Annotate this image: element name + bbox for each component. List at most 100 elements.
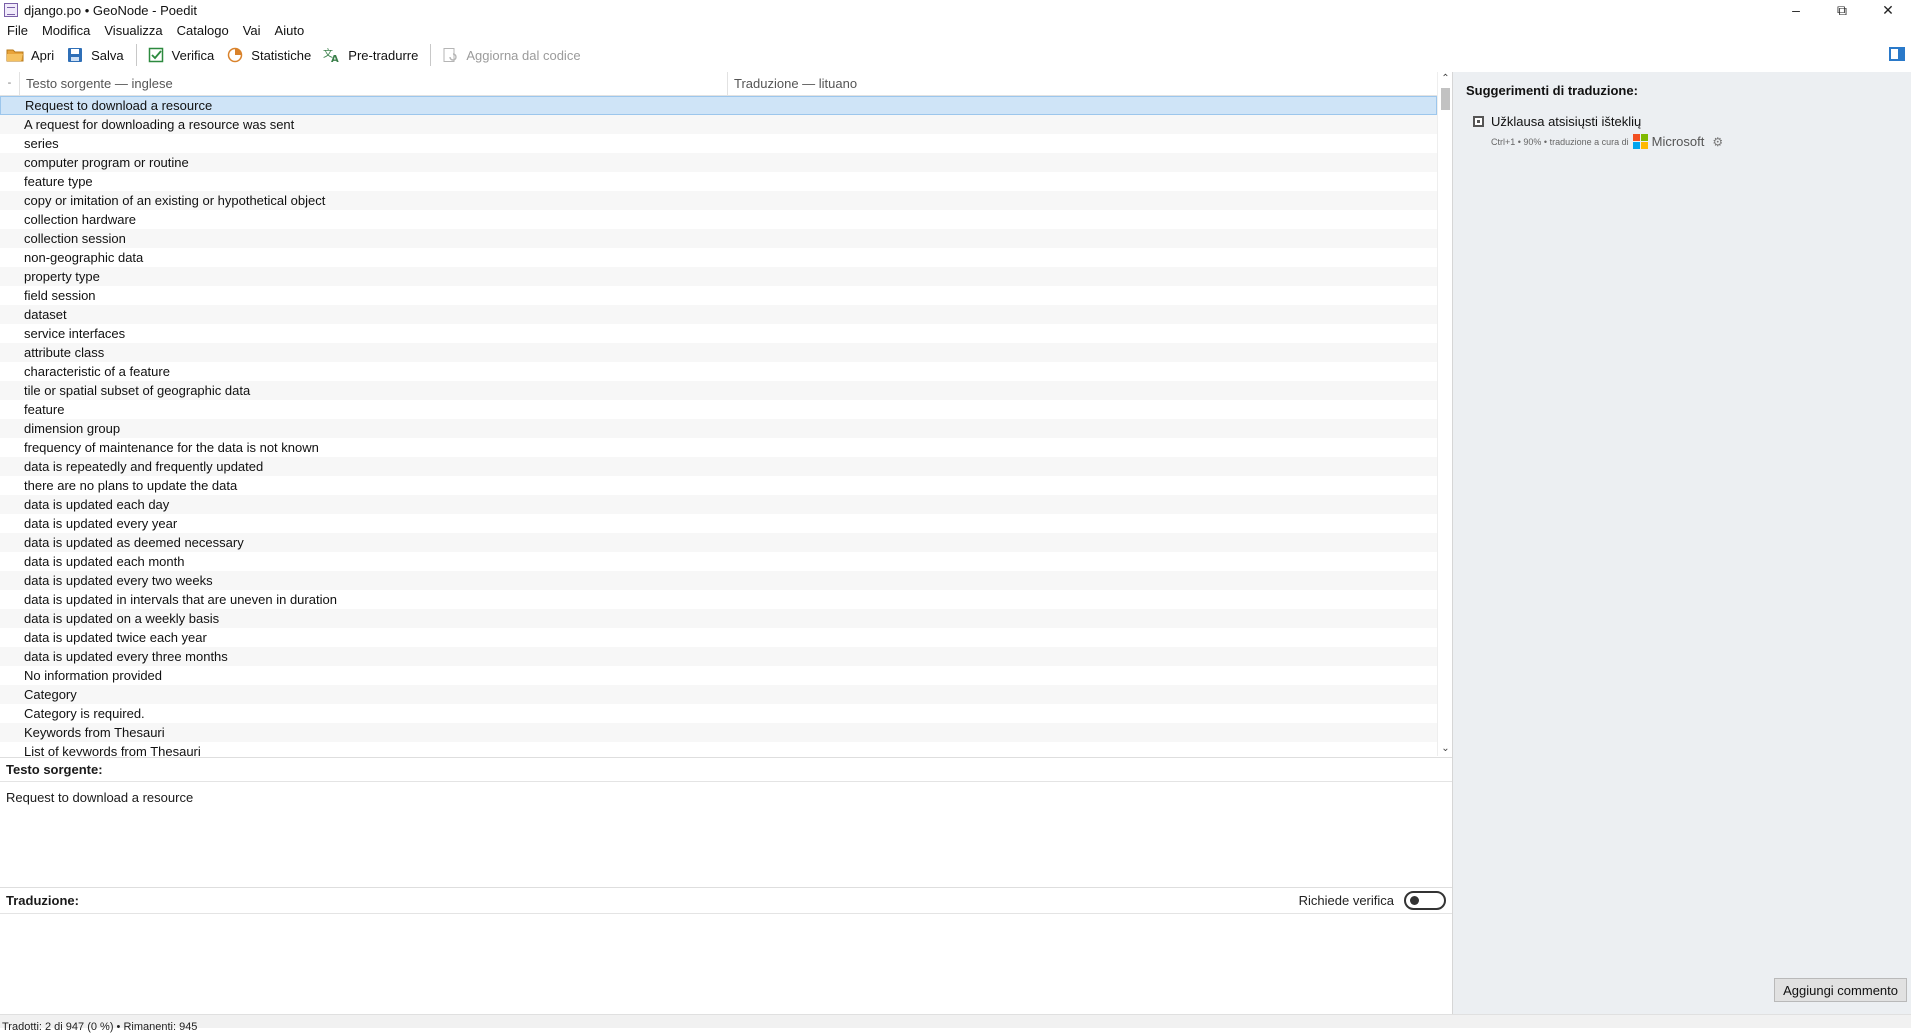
window-controls: – ⧉ ✕	[1773, 0, 1911, 20]
scroll-up-icon[interactable]: ⌃	[1440, 74, 1451, 84]
save-label: Salva	[91, 47, 124, 63]
list-row[interactable]: series	[0, 134, 1437, 153]
needs-review-label: Richiede verifica	[1298, 893, 1394, 908]
add-comment-button[interactable]: Aggiungi commento	[1774, 978, 1907, 1002]
needs-review: Richiede verifica	[1299, 891, 1446, 910]
statistics-label: Statistiche	[251, 47, 312, 63]
minimize-button[interactable]: –	[1773, 0, 1819, 20]
list-row[interactable]: Category is required.	[0, 704, 1437, 723]
list-row[interactable]: frequency of maintenance for the data is…	[0, 438, 1437, 457]
suggestion-item[interactable]: Užklausa atsisiųsti išteklių Ctrl+1 • 90…	[1473, 114, 1723, 149]
list-row[interactable]: collection session	[0, 229, 1437, 248]
save-button[interactable]: Salva	[66, 46, 124, 64]
open-button[interactable]: Apri	[6, 46, 54, 64]
list-row[interactable]: data is updated in intervals that are un…	[0, 590, 1437, 609]
list-row[interactable]: property type	[0, 267, 1437, 286]
status-bar: Tradotti: 2 di 947 (0 %) • Rimanenti: 94…	[0, 1014, 1911, 1033]
list-row[interactable]: attribute class	[0, 343, 1437, 362]
source-column-header[interactable]: Testo sorgente — inglese	[20, 71, 728, 96]
scroll-down-icon[interactable]: ⌄	[1440, 744, 1451, 754]
source-text-title: Testo sorgente:	[0, 758, 1452, 782]
provider-name: Microsoft	[1651, 134, 1705, 149]
list-row[interactable]: computer program or routine	[0, 153, 1437, 172]
list-row[interactable]: data is updated every year	[0, 514, 1437, 533]
list-row[interactable]: dimension group	[0, 419, 1437, 438]
menu-visualizza[interactable]: Visualizza	[97, 23, 169, 38]
list-row[interactable]: dataset	[0, 305, 1437, 324]
list-row[interactable]: service interfaces	[0, 324, 1437, 343]
list-row[interactable]: there are no plans to update the data	[0, 476, 1437, 495]
toolbar-separator	[135, 44, 137, 66]
list-row[interactable]: collection hardware	[0, 210, 1437, 229]
gear-icon[interactable]: ⚙	[1712, 135, 1723, 149]
sort-column-header[interactable]: -	[0, 71, 20, 96]
list-rows: Request to download a resource A request…	[0, 96, 1437, 756]
translate-icon: 文A	[323, 46, 341, 64]
list-row[interactable]: data is updated each month	[0, 552, 1437, 571]
microsoft-logo-icon	[1632, 134, 1648, 149]
list-row[interactable]: copy or imitation of an existing or hypo…	[0, 191, 1437, 210]
list-row[interactable]: data is updated as deemed necessary	[0, 533, 1437, 552]
menu-bar: File Modifica Visualizza Catalogo Vai Ai…	[0, 20, 311, 40]
list-row[interactable]: feature	[0, 400, 1437, 419]
list-row[interactable]: feature type	[0, 172, 1437, 191]
validate-button[interactable]: Verifica	[147, 46, 215, 64]
update-from-code-label: Aggiorna dal codice	[466, 47, 581, 63]
title-bar: django.po • GeoNode - Poedit – ⧉ ✕	[0, 0, 1911, 20]
translation-header: Traduzione: Richiede verifica	[0, 888, 1452, 914]
open-label: Apri	[31, 47, 55, 63]
needs-review-toggle[interactable]	[1404, 891, 1446, 910]
toolbar-separator	[430, 44, 432, 66]
folder-icon	[6, 46, 24, 64]
svg-text:A: A	[331, 54, 339, 63]
list-row[interactable]: characteristic of a feature	[0, 362, 1437, 381]
list-row[interactable]: Request to download a resource	[0, 96, 1437, 115]
menu-catalogo[interactable]: Catalogo	[170, 23, 236, 38]
translation-pane: Traduzione: Richiede verifica	[0, 887, 1452, 1014]
list-row[interactable]: Category	[0, 685, 1437, 704]
translation-column-header[interactable]: Traduzione — lituano	[728, 72, 1437, 96]
list-row[interactable]: non-geographic data	[0, 248, 1437, 267]
menu-file[interactable]: File	[0, 23, 35, 38]
list-row[interactable]: data is repeatedly and frequently update…	[0, 457, 1437, 476]
pretranslate-label: Pre-tradurre	[348, 47, 419, 63]
scrollbar-thumb[interactable]	[1441, 88, 1450, 110]
list-row[interactable]: data is updated on a weekly basis	[0, 609, 1437, 628]
menu-aiuto[interactable]: Aiuto	[268, 23, 312, 38]
suggestions-sidebar: Suggerimenti di traduzione: Užklausa ats…	[1452, 72, 1911, 1014]
list-row[interactable]: tile or spatial subset of geographic dat…	[0, 381, 1437, 400]
pretranslate-button[interactable]: 文A Pre-tradurre	[323, 46, 418, 64]
statistics-button[interactable]: Statistiche	[226, 46, 311, 64]
toolbar: Apri Salva Verifica Statistiche 文A Pre-t…	[0, 40, 1911, 70]
checkbox-check-icon	[147, 46, 165, 64]
list-scrollbar[interactable]: ⌃ ⌄	[1437, 72, 1452, 756]
update-from-code-button[interactable]: Aggiorna dal codice	[441, 46, 581, 64]
suggestion-text: Užklausa atsisiųsti išteklių	[1491, 114, 1642, 129]
list-row[interactable]: No information provided	[0, 666, 1437, 685]
toggle-sidebar-icon[interactable]	[1889, 47, 1905, 61]
restore-button[interactable]: ⧉	[1819, 0, 1865, 20]
list-header: - Testo sorgente — inglese Traduzione — …	[0, 71, 1437, 96]
update-code-icon	[441, 46, 459, 64]
list-row[interactable]: data is updated every two weeks	[0, 571, 1437, 590]
pie-chart-icon	[226, 46, 244, 64]
list-row[interactable]: data is updated each day	[0, 495, 1437, 514]
suggestion-meta: Ctrl+1 • 90% • traduzione a cura di	[1491, 136, 1629, 147]
list-row[interactable]: data is updated every three months	[0, 647, 1437, 666]
list-row[interactable]: field session	[0, 286, 1437, 305]
translation-input[interactable]	[0, 914, 1452, 1014]
list-row[interactable]: A request for downloading a resource was…	[0, 115, 1437, 134]
menu-modifica[interactable]: Modifica	[35, 23, 97, 38]
translation-title: Traduzione:	[6, 893, 79, 908]
source-text-pane: Testo sorgente: Request to download a re…	[0, 757, 1452, 887]
list-row[interactable]: List of keywords from Thesauri	[0, 742, 1437, 756]
list-row[interactable]: data is updated twice each year	[0, 628, 1437, 647]
window-title: django.po • GeoNode - Poedit	[24, 2, 197, 18]
poedit-app-icon	[4, 3, 18, 17]
menu-vai[interactable]: Vai	[236, 23, 268, 38]
list-row[interactable]: Keywords from Thesauri	[0, 723, 1437, 742]
validate-label: Verifica	[171, 47, 215, 63]
machine-translation-icon	[1473, 116, 1484, 127]
close-button[interactable]: ✕	[1865, 0, 1911, 20]
status-text: Tradotti: 2 di 947 (0 %) • Rimanenti: 94…	[2, 1021, 198, 1033]
